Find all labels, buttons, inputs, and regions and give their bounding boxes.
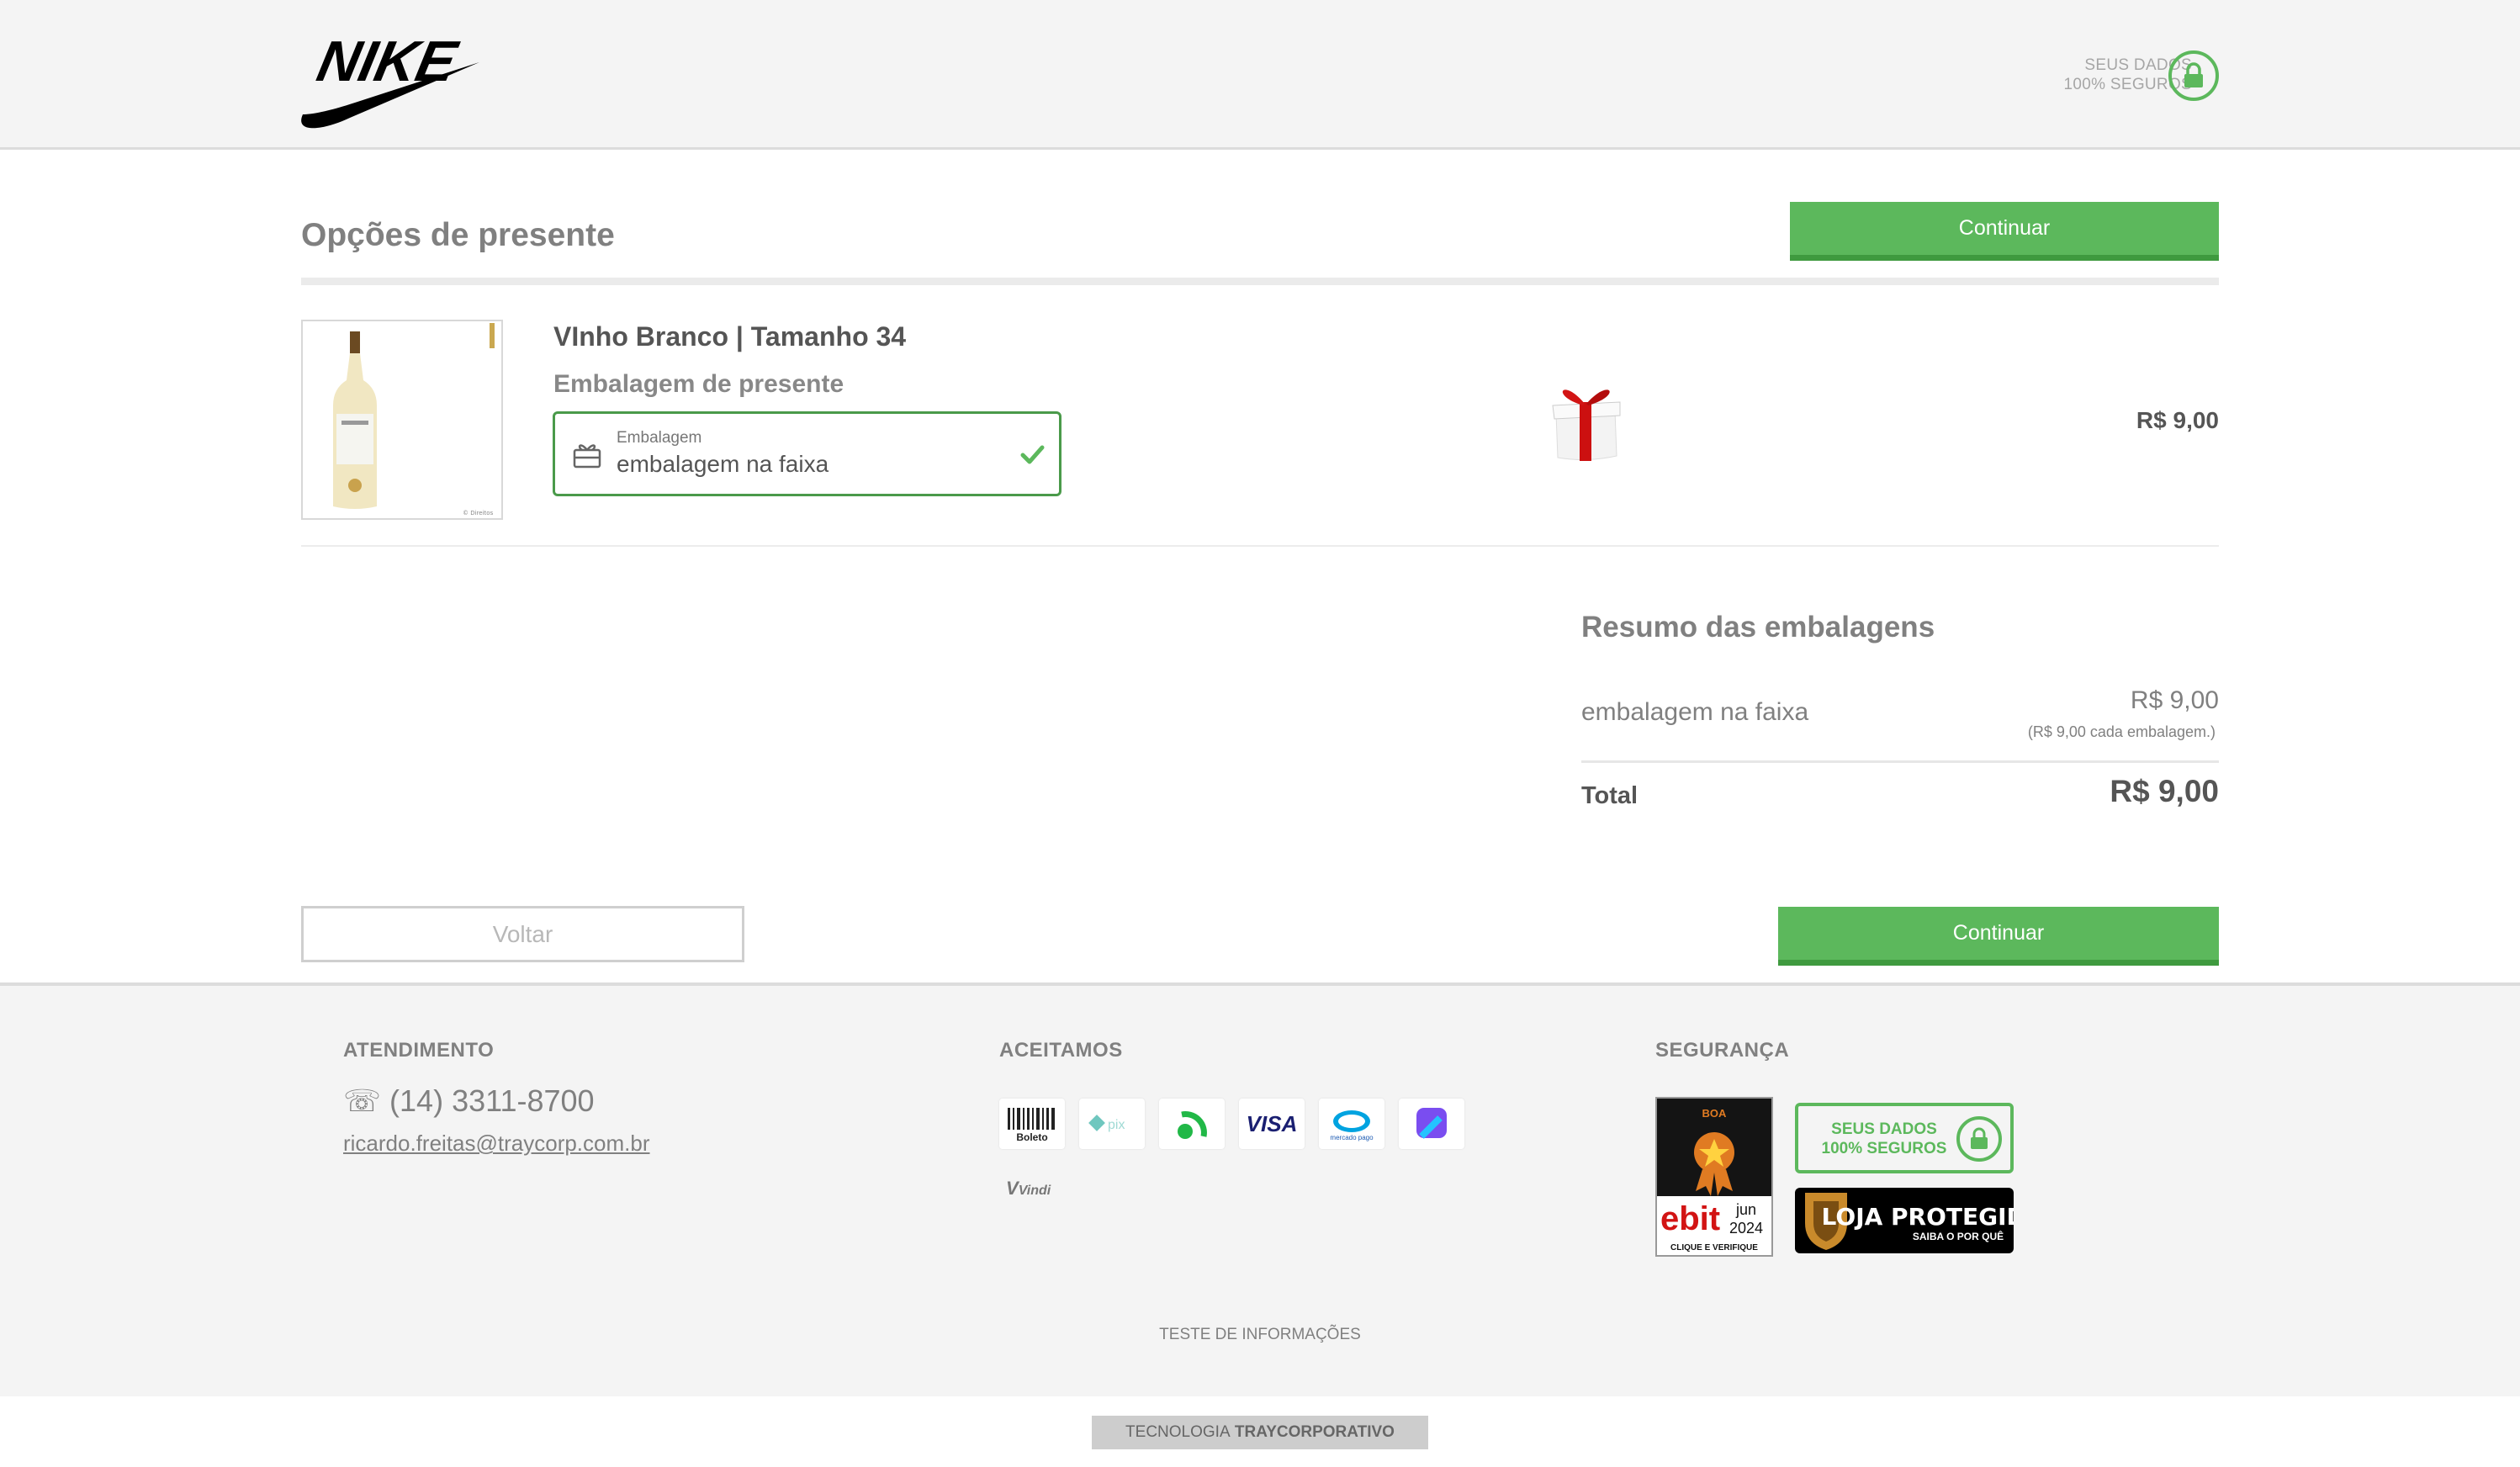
item-price: R$ 9,00 (2136, 407, 2219, 433)
summary-item-label: embalagem na faixa (1581, 698, 1809, 726)
atendimento-title: ATENDIMENTO (343, 1039, 495, 1062)
check-icon (1020, 445, 1045, 464)
ebit-badge[interactable]: BOA ebit jun 2024 CLIQUE E VERIFIQUE (1655, 1097, 1773, 1257)
summary-item-price: R$ 9,00 (2130, 686, 2219, 714)
phone-text: (14) 3311-8700 (389, 1083, 595, 1118)
svg-text:© Direitos: © Direitos (463, 510, 494, 516)
divider (1581, 760, 2219, 763)
continue-button-top[interactable]: Continuar (1790, 202, 2219, 261)
ebit-month: jun (1735, 1201, 1756, 1218)
summary-title: Resumo das embalagens (1581, 611, 1935, 643)
ebit-brand: ebit (1660, 1200, 1720, 1237)
vindi-logo: VVindi (1006, 1178, 1051, 1199)
payment-pix: pix (1079, 1099, 1145, 1149)
visa-label: VISA (1246, 1110, 1298, 1136)
badge-line2: 100% SEGUROS (1821, 1140, 1947, 1157)
nike-logo[interactable]: NIKE (299, 25, 481, 130)
total-value: R$ 9,00 (2110, 774, 2219, 808)
gift-icon (1544, 377, 1628, 464)
ebit-year: 2024 (1729, 1220, 1763, 1237)
payment-mercadopago: mercado pago (1319, 1099, 1384, 1149)
mercadopago-label: mercado pago (1330, 1134, 1374, 1141)
badge-line1: SEUS DADOS (1831, 1120, 1937, 1138)
lock-icon (1956, 1116, 2002, 1162)
phone-icon: ☏ (343, 1083, 382, 1118)
logo-wordmark: NIKE (312, 29, 464, 93)
tray-credit[interactable]: TECNOLOGIA TRAYCORPORATIVO (1092, 1416, 1428, 1449)
ebit-top: BOA (1702, 1107, 1728, 1120)
loja-sub: SAIBA O POR QUÊ (1913, 1230, 2004, 1242)
phone-number[interactable]: ☏ (14) 3311-8700 (343, 1083, 595, 1119)
payment-picpay (1159, 1099, 1225, 1149)
lock-icon (2168, 50, 2219, 101)
loja-protegida-badge[interactable]: LOJA PROTEGIDA SAIBA O POR QUÊ (1795, 1188, 2045, 1253)
secure-badge: SEUS DADOS 100% SEGUROS (1795, 1103, 2014, 1173)
product-image: © Direitos (301, 320, 503, 520)
ebit-cta: CLIQUE E VERIFIQUE (1670, 1243, 1758, 1253)
pix-label: pix (1108, 1118, 1125, 1132)
page-title: Opções de presente (301, 217, 615, 253)
tech-brand: TRAYCORPORATIVO (1234, 1423, 1395, 1441)
email-link[interactable]: ricardo.freitas@traycorp.com.br (343, 1131, 650, 1157)
wrap-label: Embalagem de presente (553, 370, 844, 398)
loja-title: LOJA PROTEGIDA (1822, 1203, 2014, 1231)
payment-boleto: Boleto (999, 1099, 1065, 1149)
teste-informacoes: TESTE DE INFORMAÇÕES (1159, 1326, 1361, 1343)
select-value: embalagem na faixa (617, 451, 829, 477)
product-name: VInho Branco | Tamanho 34 (553, 321, 907, 352)
boleto-label: Boleto (1016, 1131, 1047, 1143)
divider (301, 278, 2219, 285)
vindi-label: Vindi (1018, 1184, 1051, 1198)
summary-item-note: (R$ 9,00 cada embalagem.) (2027, 723, 2216, 740)
wrap-select[interactable]: Embalagem embalagem na faixa (553, 411, 1061, 496)
aceitamos-title: ACEITAMOS (999, 1039, 1123, 1062)
seguranca-title: SEGURANÇA (1655, 1039, 1790, 1062)
total-label: Total (1581, 782, 1639, 809)
payment-visa: VISA (1239, 1099, 1305, 1149)
continue-button-bottom[interactable]: Continuar (1778, 907, 2219, 966)
back-button[interactable]: Voltar (301, 906, 744, 962)
divider (301, 545, 2219, 547)
gift-box-icon (573, 444, 601, 469)
tech-prefix: TECNOLOGIA (1125, 1423, 1231, 1441)
select-caption: Embalagem (617, 429, 702, 447)
payment-pagaleve (1399, 1099, 1464, 1149)
